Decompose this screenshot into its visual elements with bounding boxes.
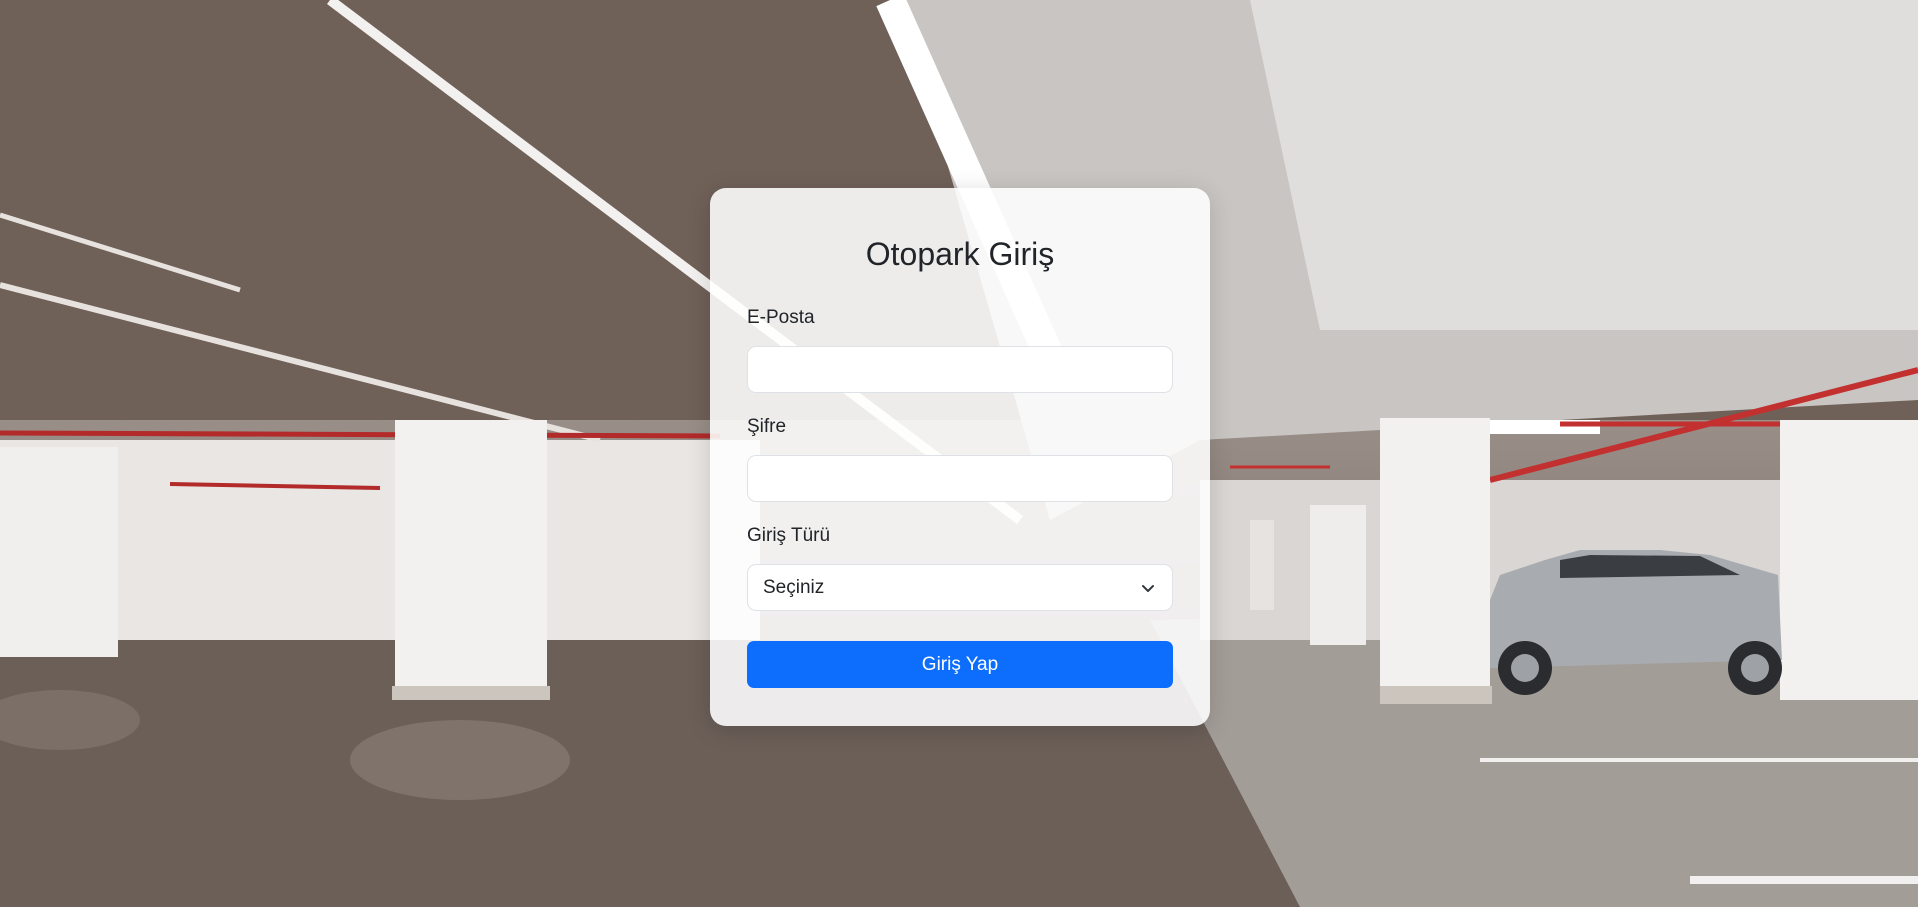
email-label: E-Posta <box>747 307 815 328</box>
chevron-down-icon <box>1142 585 1154 592</box>
email-field[interactable] <box>747 346 1173 393</box>
password-label: Şifre <box>747 416 787 437</box>
password-field[interactable] <box>747 455 1173 502</box>
page-title: Otopark Giriş <box>865 236 1055 272</box>
login-type-select[interactable]: Seçiniz <box>747 564 1173 611</box>
login-type-selected-value: Seçiniz <box>763 577 825 598</box>
login-card: Otopark Giriş E-Posta Şifre Giriş Türü S… <box>710 188 1210 726</box>
login-button[interactable]: Giriş Yap <box>747 641 1173 688</box>
login-type-label: Giriş Türü <box>747 525 831 546</box>
